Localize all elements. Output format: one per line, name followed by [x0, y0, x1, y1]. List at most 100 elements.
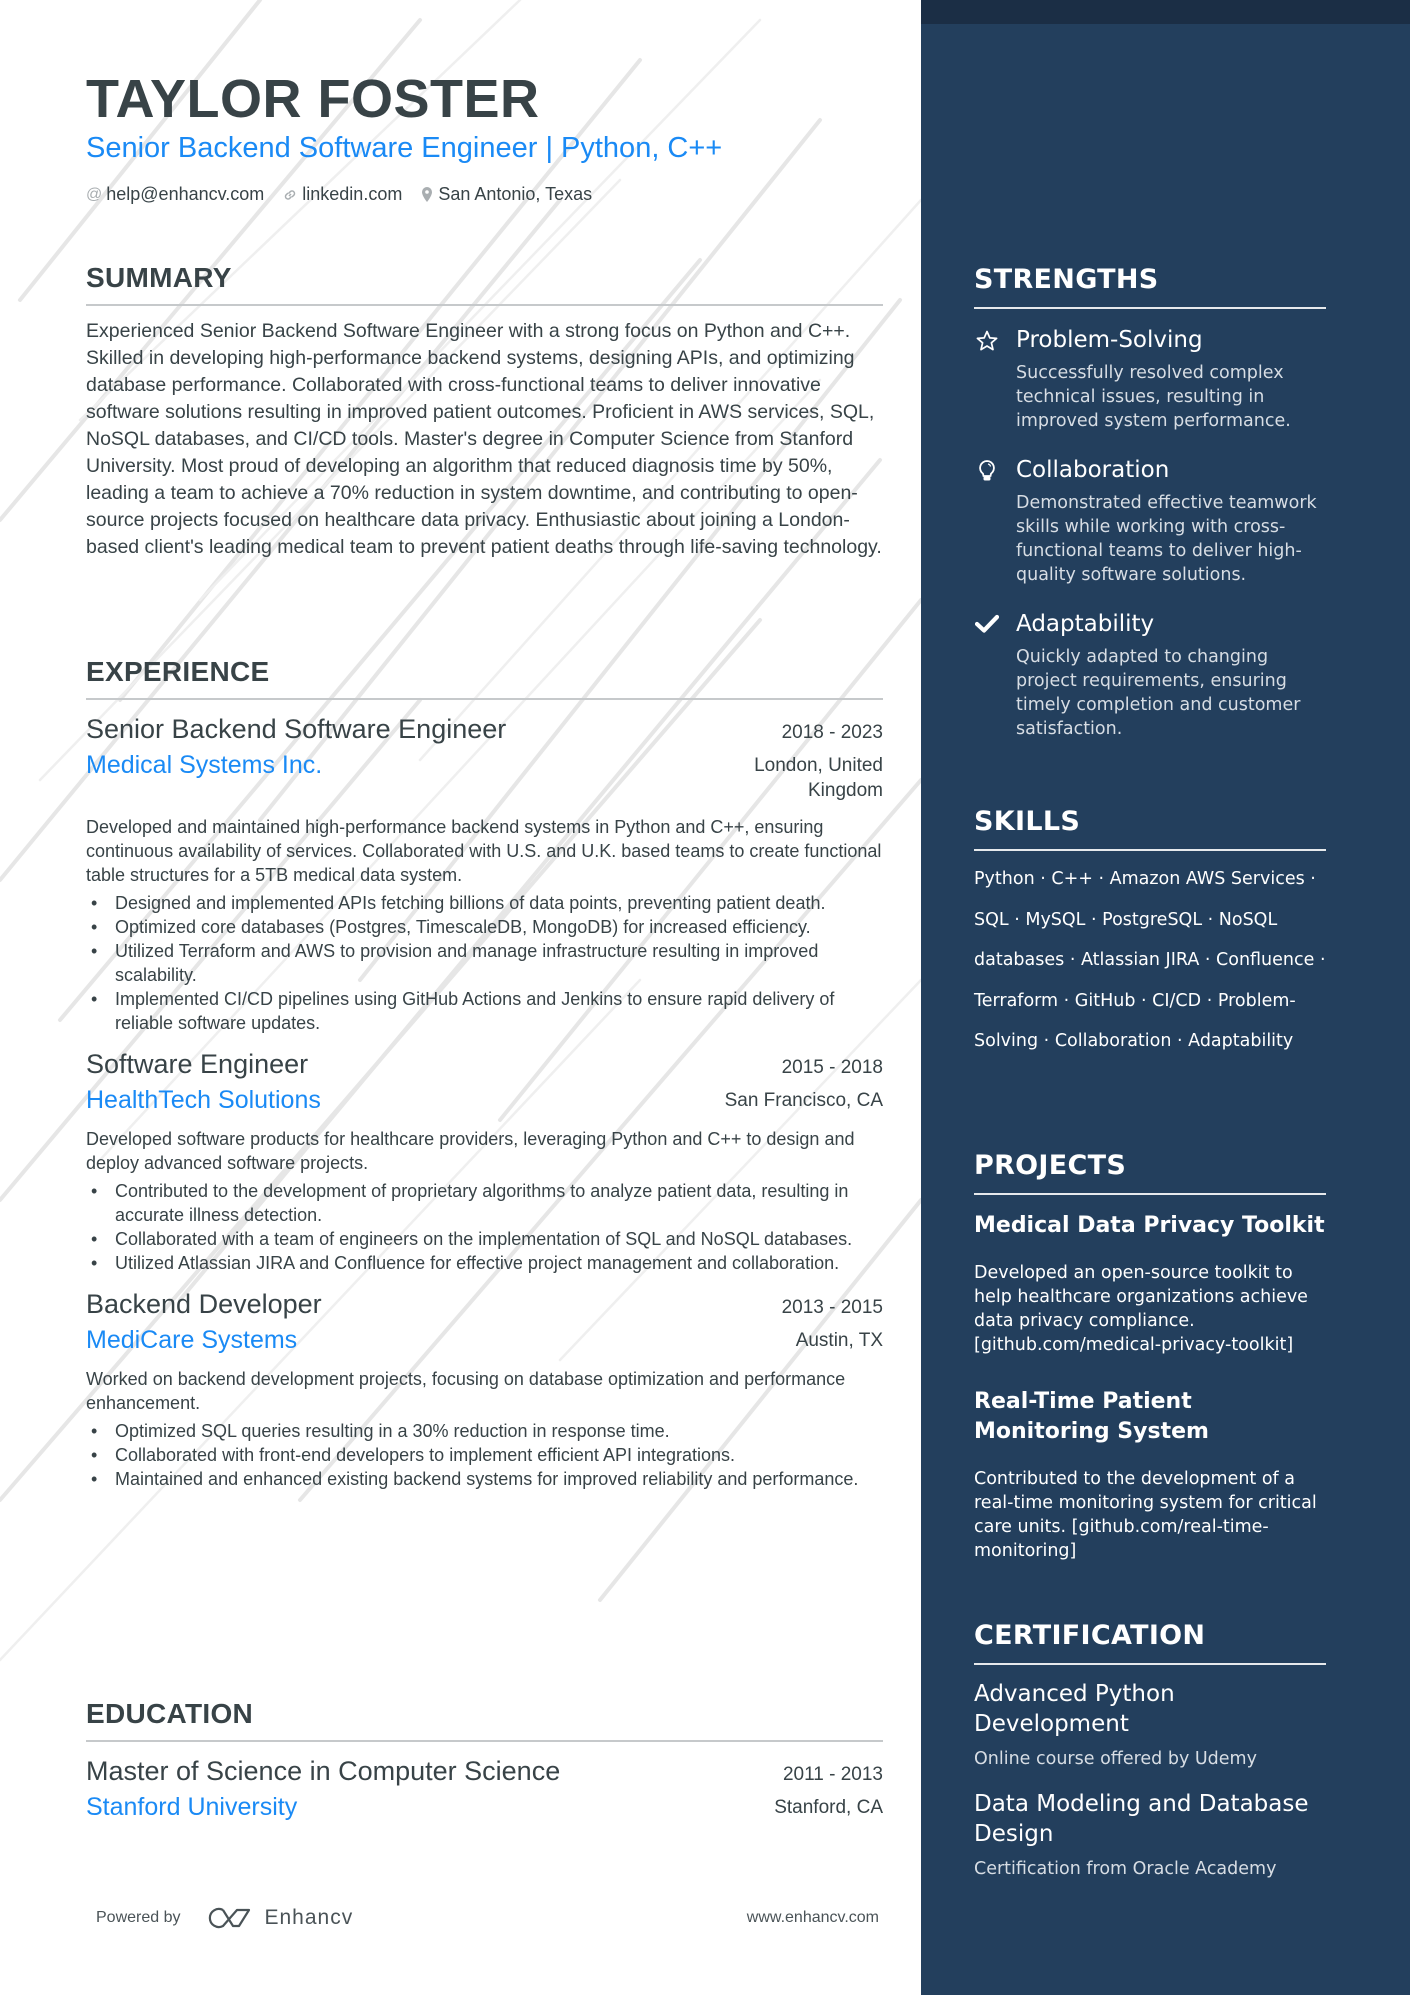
- education-location: Stanford, CA: [774, 1797, 883, 1818]
- experience-item: Backend Developer 2013 - 2015 MediCare S…: [86, 1289, 883, 1491]
- contact-linkedin[interactable]: linkedin.com: [282, 184, 402, 205]
- strengths-section: STRENGTHS Problem-Solving Successfully r…: [974, 264, 1326, 741]
- skill-separator: ·: [1008, 909, 1026, 930]
- skill-item: Python: [974, 869, 1035, 889]
- job-bullet: Implemented CI/CD pipelines using GitHub…: [86, 987, 883, 1035]
- contact-location-text: San Antonio, Texas: [438, 184, 593, 204]
- summary-text: Experienced Senior Backend Software Engi…: [86, 320, 882, 558]
- strength-name: Collaboration: [1016, 457, 1170, 483]
- skill-separator: ·: [1058, 990, 1075, 1011]
- skill-item: Collaboration: [1054, 1031, 1172, 1051]
- brand-name: Enhancv: [264, 1906, 354, 1929]
- star-icon: [974, 325, 1000, 433]
- skill-item: GitHub: [1074, 990, 1136, 1011]
- projects-title: PROJECTS: [974, 1150, 1326, 1195]
- job-company: Medical Systems Inc.: [86, 751, 323, 779]
- certification-item: Data Modeling and Database Design Certif…: [974, 1789, 1326, 1881]
- skills-list: Python · C++ · Amazon AWS Services · SQL…: [974, 859, 1326, 1062]
- skill-separator: ·: [1135, 990, 1153, 1011]
- job-description: Developed software products for healthca…: [86, 1129, 855, 1173]
- certification-description: Online course offered by Udemy: [974, 1749, 1257, 1769]
- strength-name: Problem-Solving: [1016, 327, 1203, 353]
- sidebar: STRENGTHS Problem-Solving Successfully r…: [921, 0, 1410, 1995]
- education-title: EDUCATION: [86, 1698, 883, 1742]
- strength-description: Successfully resolved complex technical …: [1016, 363, 1291, 431]
- job-bullet: Collaborated with front-end developers t…: [86, 1443, 883, 1467]
- summary-title: SUMMARY: [86, 262, 883, 306]
- project-name: Real-Time Patient Monitoring System: [974, 1389, 1209, 1444]
- skill-separator: ·: [1085, 909, 1103, 930]
- skill-separator: ·: [1034, 869, 1052, 889]
- skill-separator: ·: [1304, 869, 1316, 889]
- job-bullet-list: Contributed to the development of propri…: [86, 1179, 883, 1275]
- skills-section: SKILLS Python · C++ · Amazon AWS Service…: [974, 806, 1326, 1062]
- skill-item: Amazon AWS Services: [1109, 869, 1305, 889]
- contact-linkedin-text: linkedin.com: [302, 184, 403, 204]
- skill-item: CI/CD: [1152, 990, 1202, 1011]
- summary-section: SUMMARY Experienced Senior Backend Softw…: [86, 262, 883, 561]
- job-dates: 2013 - 2015: [781, 1297, 883, 1318]
- certification-name: Advanced Python Development: [974, 1681, 1175, 1737]
- job-bullet: Contributed to the development of propri…: [86, 1179, 883, 1227]
- education-section: EDUCATION Master of Science in Computer …: [86, 1698, 883, 1822]
- skill-item: SQL: [974, 909, 1009, 930]
- education-school: Stanford University: [86, 1793, 298, 1821]
- contact-email[interactable]: @ help@enhancv.com: [86, 184, 264, 205]
- website-link[interactable]: www.enhancv.com: [747, 1909, 879, 1927]
- skill-item: Terraform: [974, 990, 1059, 1011]
- skill-item: C++: [1051, 869, 1093, 889]
- education-dates: 2011 - 2013: [782, 1764, 883, 1785]
- skill-separator: ·: [1171, 1031, 1189, 1051]
- job-bullet: Utilized Atlassian JIRA and Confluence f…: [86, 1251, 883, 1275]
- skill-separator: ·: [1202, 909, 1219, 930]
- candidate-title: Senior Backend Software Engineer | Pytho…: [86, 132, 723, 164]
- job-description: Developed and maintained high-performanc…: [86, 817, 882, 885]
- job-location: San Francisco, CA: [724, 1090, 883, 1111]
- job-bullet: Utilized Terraform and AWS to provision …: [86, 939, 883, 987]
- certification-title: CERTIFICATION: [974, 1620, 1326, 1665]
- job-company: HealthTech Solutions: [86, 1086, 321, 1114]
- job-bullet: Maintained and enhanced existing backend…: [86, 1467, 883, 1491]
- skill-separator: ·: [1092, 869, 1110, 889]
- skill-separator: ·: [1314, 950, 1326, 970]
- candidate-name: TAYLOR FOSTER: [86, 69, 540, 129]
- at-icon: @: [86, 185, 103, 203]
- project-item: Real-Time Patient Monitoring System Cont…: [974, 1387, 1326, 1563]
- project-name: Medical Data Privacy Toolkit: [974, 1213, 1325, 1238]
- job-role: Software Engineer: [86, 1049, 309, 1079]
- skill-item: PostgreSQL: [1102, 909, 1203, 930]
- lightbulb-icon: [974, 455, 1000, 587]
- strength-name: Adaptability: [1016, 611, 1155, 637]
- job-location: Austin, TX: [795, 1330, 883, 1351]
- job-bullet: Collaborated with a team of engineers on…: [86, 1227, 883, 1251]
- job-dates: 2015 - 2018: [781, 1057, 883, 1078]
- skill-item: Atlassian JIRA: [1080, 950, 1200, 970]
- skill-item: MySQL: [1025, 909, 1086, 930]
- skill-separator: ·: [1201, 990, 1218, 1011]
- job-dates: 2018 - 2023: [781, 722, 883, 743]
- experience-section: EXPERIENCE Senior Backend Software Engin…: [86, 656, 883, 1491]
- strength-description: Quickly adapted to changing project requ…: [1016, 647, 1301, 739]
- experience-item: Senior Backend Software Engineer 2018 - …: [86, 714, 883, 1035]
- contact-location: San Antonio, Texas: [420, 184, 592, 205]
- job-role: Senior Backend Software Engineer: [86, 714, 507, 744]
- powered-by-label: Powered by: [96, 1909, 181, 1926]
- strength-item: Adaptability Quickly adapted to changing…: [974, 609, 1326, 741]
- skill-separator: ·: [1038, 1031, 1055, 1051]
- strength-item: Problem-Solving Successfully resolved co…: [974, 325, 1326, 433]
- skill-separator: ·: [1199, 950, 1217, 970]
- enhancv-logo-icon: [208, 1907, 250, 1929]
- education-item: Master of Science in Computer Science 20…: [86, 1756, 883, 1822]
- certification-description: Certification from Oracle Academy: [974, 1859, 1277, 1879]
- certification-item: Advanced Python Development Online cours…: [974, 1679, 1326, 1771]
- strengths-title: STRENGTHS: [974, 264, 1326, 309]
- job-role: Backend Developer: [86, 1289, 322, 1319]
- job-bullet: Optimized SQL queries resulting in a 30%…: [86, 1419, 883, 1443]
- link-icon: [282, 187, 298, 203]
- sidebar-top-strip: [921, 0, 1410, 24]
- experience-item: Software Engineer 2015 - 2018 HealthTech…: [86, 1049, 883, 1275]
- strength-description: Demonstrated effective teamwork skills w…: [1016, 493, 1317, 585]
- brand-logo[interactable]: Enhancv: [207, 1906, 354, 1930]
- job-description: Worked on backend development projects, …: [86, 1369, 846, 1413]
- project-description: Contributed to the development of a real…: [974, 1469, 1317, 1561]
